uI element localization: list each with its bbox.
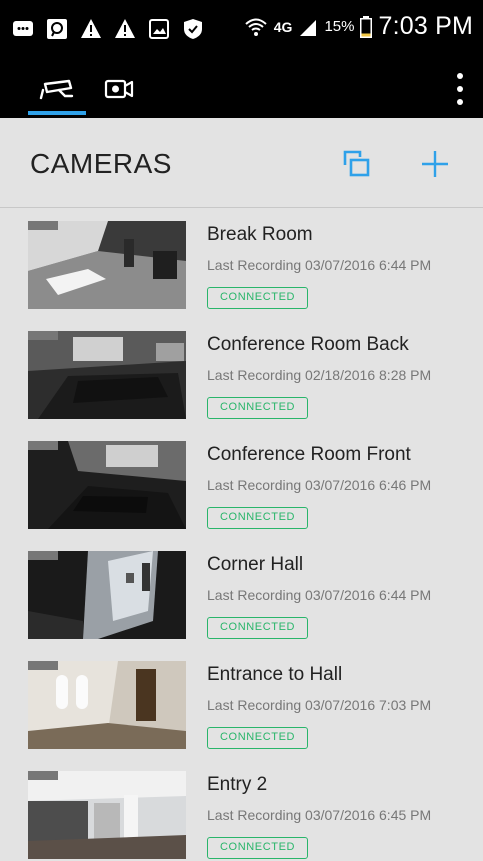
- app-tab-bar: [0, 60, 483, 118]
- warning-icon: [81, 19, 101, 38]
- last-recording: Last Recording 03/07/2016 6:45 PM: [207, 807, 432, 823]
- camera-row-entrance-to-hall[interactable]: Entrance to Hall Last Recording 03/07/20…: [0, 650, 483, 760]
- signal-icon: [300, 19, 317, 36]
- status-badge: CONNECTED: [207, 397, 309, 419]
- last-recording: Last Recording 03/07/2016 6:46 PM: [207, 477, 432, 493]
- active-tab-indicator: [28, 111, 86, 115]
- clock: 7:03 PM: [378, 12, 473, 40]
- battery-icon: [360, 15, 373, 38]
- overflow-dot: [457, 73, 463, 79]
- security-camera-icon: [39, 79, 74, 100]
- app-notification-icon: [47, 19, 67, 39]
- camera-name: Entrance to Hall: [207, 664, 343, 685]
- message-icon: [13, 21, 33, 36]
- last-recording: Last Recording 03/07/2016 6:44 PM: [207, 257, 432, 273]
- camera-thumbnail[interactable]: [28, 441, 186, 529]
- camera-preview-image: [28, 661, 186, 749]
- status-badge: CONNECTED: [207, 507, 309, 529]
- camera-preview-image: [28, 221, 186, 309]
- tab-recordings[interactable]: [90, 60, 148, 118]
- warning-icon-2: [115, 19, 135, 38]
- status-badge: CONNECTED: [207, 727, 309, 749]
- system-status: 4G 15% 7:03 PM: [244, 12, 473, 41]
- camera-thumbnail[interactable]: [28, 661, 186, 749]
- camera-name: Break Room: [207, 224, 313, 245]
- camera-preview-image: [28, 551, 186, 639]
- overflow-dot: [457, 99, 463, 105]
- add-camera-button[interactable]: [415, 144, 455, 184]
- notification-icons: [12, 18, 204, 40]
- page-title: CAMERAS: [30, 148, 172, 179]
- multi-view-button[interactable]: [336, 144, 376, 184]
- camera-preview-image: [28, 331, 186, 419]
- last-recording: Last Recording 03/07/2016 7:03 PM: [207, 697, 432, 713]
- camera-name: Conference Room Front: [207, 444, 411, 465]
- last-recording: Last Recording 02/18/2016 8:28 PM: [207, 367, 432, 383]
- last-recording: Last Recording 03/07/2016 6:44 PM: [207, 587, 432, 603]
- image-icon: [149, 19, 169, 39]
- network-type: 4G: [273, 18, 293, 35]
- camera-row-entry-2[interactable]: Entry 2 Last Recording 03/07/2016 6:45 P…: [0, 760, 483, 861]
- status-badge: CONNECTED: [207, 287, 309, 309]
- camera-thumbnail[interactable]: [28, 551, 186, 639]
- status-badge: CONNECTED: [207, 837, 309, 859]
- battery-percent: 15%: [324, 18, 355, 35]
- camera-name: Entry 2: [207, 774, 268, 795]
- overflow-menu-button[interactable]: [455, 73, 465, 105]
- camera-preview-image: [28, 771, 186, 859]
- camera-name: Corner Hall: [207, 554, 304, 575]
- wifi-icon: [245, 18, 267, 36]
- page-header: CAMERAS: [0, 118, 483, 208]
- camera-row-conference-room-front[interactable]: Conference Room Front Last Recording 03/…: [0, 430, 483, 540]
- camera-thumbnail[interactable]: [28, 221, 186, 309]
- video-camera-icon: [104, 79, 134, 99]
- camera-preview-image: [28, 441, 186, 529]
- camera-row-conference-room-back[interactable]: Conference Room Back Last Recording 02/1…: [0, 320, 483, 430]
- multi-view-icon: [343, 150, 370, 177]
- camera-row-break-room[interactable]: Break Room Last Recording 03/07/2016 6:4…: [0, 210, 483, 320]
- camera-thumbnail[interactable]: [28, 331, 186, 419]
- camera-name: Conference Room Back: [207, 334, 409, 355]
- plus-icon: [422, 151, 448, 177]
- status-bar: 4G 15% 7:03 PM: [0, 0, 483, 60]
- camera-row-corner-hall[interactable]: Corner Hall Last Recording 03/07/2016 6:…: [0, 540, 483, 650]
- status-badge: CONNECTED: [207, 617, 309, 639]
- tab-cameras[interactable]: [28, 60, 86, 118]
- shield-icon: [184, 19, 202, 39]
- overflow-dot: [457, 86, 463, 92]
- camera-thumbnail[interactable]: [28, 771, 186, 859]
